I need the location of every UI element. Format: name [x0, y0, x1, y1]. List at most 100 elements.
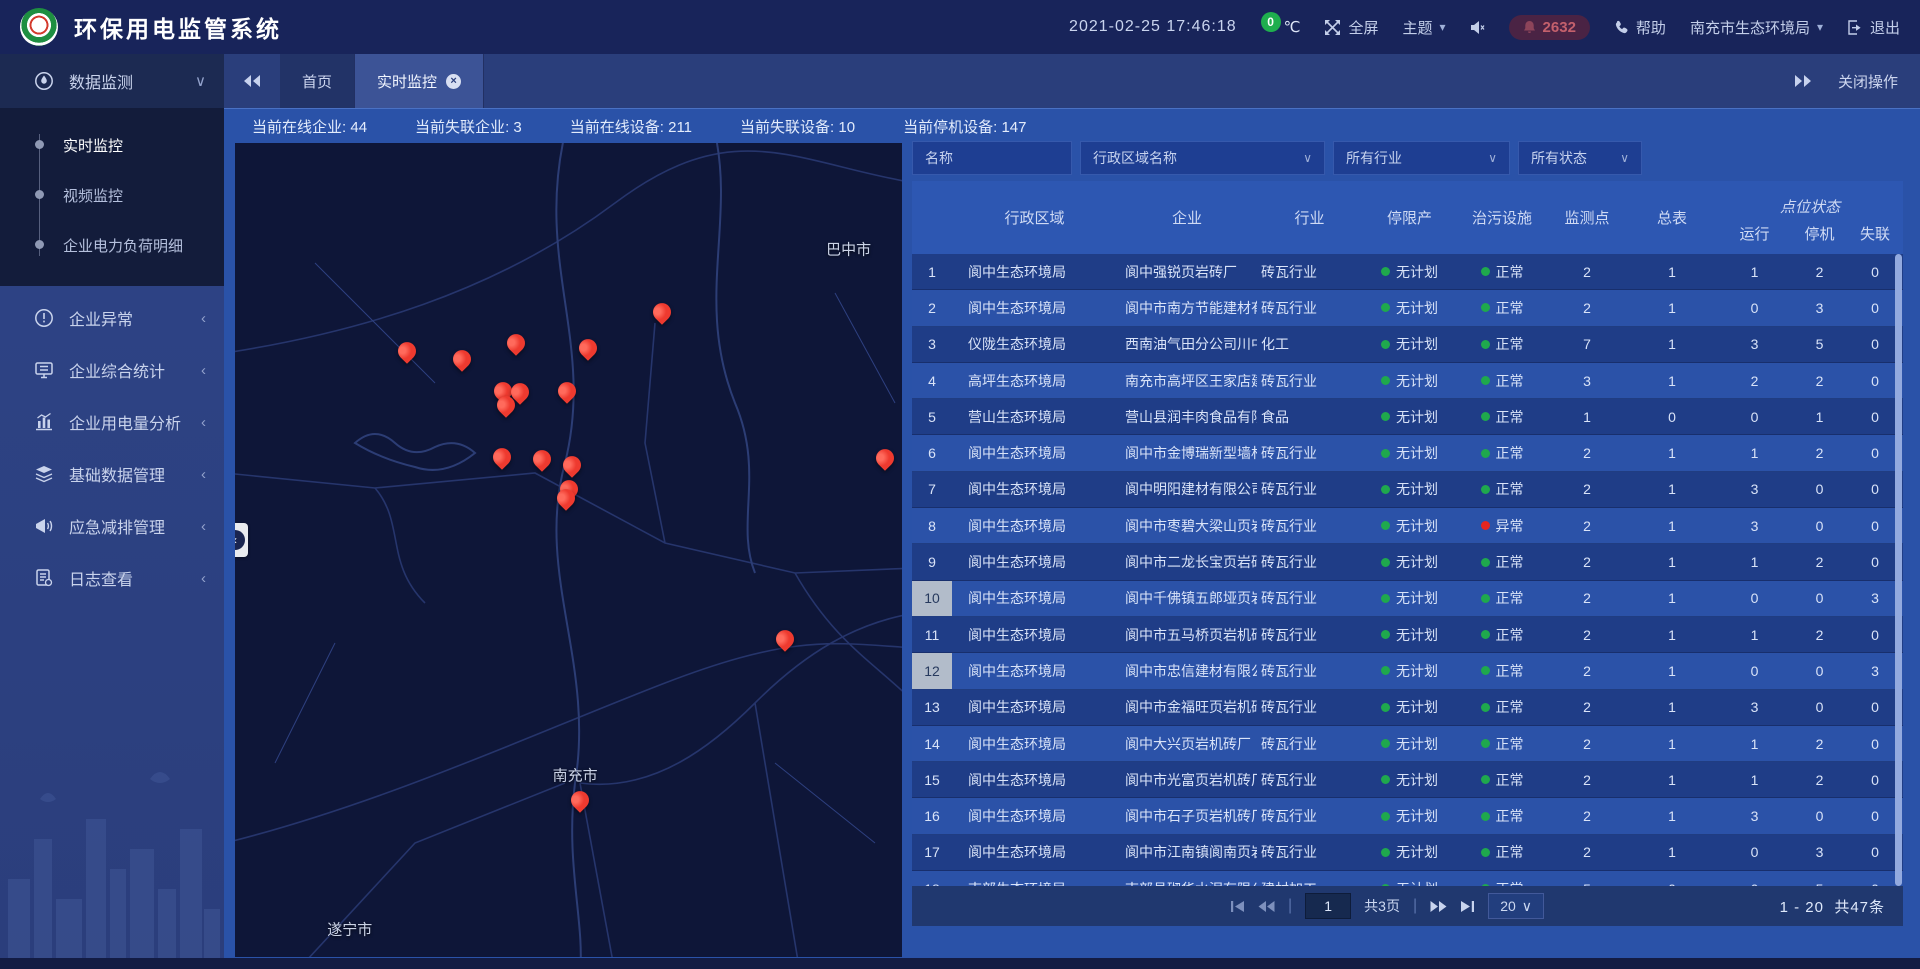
- composite-stats-icon: [34, 360, 54, 380]
- table-row[interactable]: 9 阆中生态环境局 阆中市二龙长宝页岩砖 砖瓦行业 无计划 正常 2 1 1 2…: [912, 544, 1903, 580]
- sidebar-item-composite-stats[interactable]: 企业综合统计 ‹: [0, 344, 224, 396]
- next-page-button[interactable]: [1430, 900, 1447, 913]
- table-row[interactable]: 15 阆中生态环境局 阆中市光富页岩机砖厂 砖瓦行业 无计划 正常 2 1 1 …: [912, 762, 1903, 798]
- sidebar-item-data-monitoring[interactable]: 数据监测 ∨: [0, 54, 224, 108]
- row-industry: 砖瓦行业: [1257, 798, 1362, 833]
- row-region: 南部生态环境局: [952, 871, 1117, 886]
- sidebar: 数据监测 ∨ 实时监控 视频监控 企业电力负荷明细 企业异常 ‹ 企业综合统计 …: [0, 54, 224, 969]
- map-collapse-button[interactable]: ‹: [235, 523, 248, 557]
- first-page-button[interactable]: [1230, 900, 1245, 913]
- map-pin[interactable]: [398, 342, 416, 360]
- table-row[interactable]: 7 阆中生态环境局 阆中明阳建材有限公司 砖瓦行业 无计划 正常 2 1 3 0…: [912, 472, 1903, 508]
- row-industry: 砖瓦行业: [1257, 435, 1362, 470]
- map-canvas[interactable]: 巴中市南充市遂宁市: [235, 143, 902, 957]
- prev-page-icon: [1258, 900, 1275, 913]
- page-size-select[interactable]: 20 ∨: [1488, 893, 1544, 919]
- sidebar-item-enterprise-anomaly[interactable]: 企业异常 ‹: [0, 292, 224, 344]
- map-pin[interactable]: [557, 489, 575, 507]
- map-pin[interactable]: [571, 791, 589, 809]
- name-filter-input[interactable]: [912, 141, 1072, 175]
- row-monitoring-points: 2: [1547, 290, 1627, 325]
- row-stopped: 2: [1792, 544, 1847, 579]
- org-dropdown[interactable]: 南充市生态环境局 ▾: [1690, 17, 1823, 38]
- row-index: 16: [912, 798, 952, 833]
- last-page-button[interactable]: [1460, 900, 1475, 913]
- logout-button[interactable]: 退出: [1847, 17, 1900, 38]
- table-row[interactable]: 5 营山生态环境局 营山县润丰肉食品有限 食品 无计划 正常 1 0 0 1 0: [912, 399, 1903, 435]
- map-pin[interactable]: [563, 457, 581, 475]
- table-row[interactable]: 4 高坪生态环境局 南充市高坪区王家店建 砖瓦行业 无计划 正常 3 1 2 2…: [912, 363, 1903, 399]
- sidebar-submenu: 实时监控 视频监控 企业电力负荷明细: [0, 108, 224, 286]
- map-pin[interactable]: [507, 334, 525, 352]
- map-pin[interactable]: [579, 339, 597, 357]
- table-row[interactable]: 17 阆中生态环境局 阆中市江南镇阆南页岩 砖瓦行业 无计划 正常 2 1 0 …: [912, 835, 1903, 871]
- prev-page-button[interactable]: [1258, 900, 1275, 913]
- sidebar-item-log-view[interactable]: 日志查看 ‹: [0, 552, 224, 604]
- table-row[interactable]: 14 阆中生态环境局 阆中大兴页岩机砖厂 砖瓦行业 无计划 正常 2 1 1 2…: [912, 726, 1903, 762]
- table-row[interactable]: 16 阆中生态环境局 阆中市石子页岩机砖厂 砖瓦行业 无计划 正常 2 1 3 …: [912, 798, 1903, 834]
- tab-realtime-monitoring[interactable]: 实时监控 ×: [355, 54, 484, 108]
- theme-dropdown[interactable]: 主题 ▾: [1403, 17, 1446, 38]
- close-operations-button[interactable]: 关闭操作: [1838, 71, 1898, 92]
- table-scrollbar[interactable]: [1895, 254, 1902, 886]
- row-region: 阆中生态环境局: [952, 762, 1117, 797]
- table-row[interactable]: 12 阆中生态环境局 阆中市忠信建材有限公 砖瓦行业 无计划 正常 2 1 0 …: [912, 653, 1903, 689]
- sidebar-item-video-monitoring[interactable]: 视频监控: [0, 170, 224, 220]
- industry-filter-select[interactable]: 所有行业 ∨: [1333, 141, 1510, 175]
- table-row[interactable]: 2 阆中生态环境局 阆中市南方节能建材有 砖瓦行业 无计划 正常 2 1 0 3…: [912, 290, 1903, 326]
- table-row[interactable]: 11 阆中生态环境局 阆中市五马桥页岩机砖 砖瓦行业 无计划 正常 2 1 1 …: [912, 617, 1903, 653]
- region-filter-select[interactable]: 行政区域名称 ∨: [1080, 141, 1325, 175]
- row-enterprise: 西南油气田分公司川中: [1117, 327, 1257, 362]
- fullscreen-icon: [1324, 19, 1341, 36]
- table-row[interactable]: 8 阆中生态环境局 阆中市枣碧大梁山页岩 砖瓦行业 无计划 异常 2 1 3 0…: [912, 508, 1903, 544]
- status-dot: [1381, 594, 1390, 603]
- sidebar-item-power-load-detail[interactable]: 企业电力负荷明细: [0, 220, 224, 270]
- row-index: 1: [912, 254, 952, 289]
- sidebar-item-emergency-reduction[interactable]: 应急减排管理 ‹: [0, 500, 224, 552]
- table-row[interactable]: 3 仪陇生态环境局 西南油气田分公司川中 化工 无计划 正常 7 1 3 5 0: [912, 327, 1903, 363]
- map-pin[interactable]: [497, 396, 515, 414]
- map-pin[interactable]: [533, 450, 551, 468]
- sidebar-item-realtime-monitoring[interactable]: 实时监控: [0, 120, 224, 170]
- map-pin[interactable]: [876, 449, 894, 467]
- row-region: 阆中生态环境局: [952, 508, 1117, 543]
- total-pages-label: 共3页: [1364, 896, 1400, 916]
- row-production-status: 无计划: [1362, 798, 1457, 833]
- row-region: 阆中生态环境局: [952, 544, 1117, 579]
- double-chevron-right-icon[interactable]: [1794, 74, 1812, 88]
- row-industry: 砖瓦行业: [1257, 726, 1362, 761]
- help-button[interactable]: 帮助: [1614, 17, 1666, 38]
- map-pin[interactable]: [776, 630, 794, 648]
- row-running: 0: [1717, 871, 1792, 886]
- sidebar-item-base-data[interactable]: 基础数据管理 ‹: [0, 448, 224, 500]
- table-row[interactable]: 6 阆中生态环境局 阆中市金博瑞新型墙材 砖瓦行业 无计划 正常 2 1 1 2…: [912, 435, 1903, 471]
- page-number-input[interactable]: [1305, 893, 1351, 919]
- map-pin[interactable]: [453, 350, 471, 368]
- table-row[interactable]: 10 阆中生态环境局 阆中千佛镇五郎垭页岩 砖瓦行业 无计划 正常 2 1 0 …: [912, 581, 1903, 617]
- row-monitoring-points: 2: [1547, 835, 1627, 870]
- scroll-tabs-left-button[interactable]: [224, 54, 280, 108]
- mute-button[interactable]: [1470, 20, 1485, 35]
- map-city-label: 遂宁市: [327, 919, 372, 940]
- status-dot: [1381, 775, 1390, 784]
- table-row[interactable]: 18 南部生态环境局 南部县砌华水泥有限公 建材加工 无计划 正常 5 0 0 …: [912, 871, 1903, 886]
- status-filter-select[interactable]: 所有状态 ∨: [1518, 141, 1642, 175]
- map-panel[interactable]: 巴中市南充市遂宁市 ‹: [235, 143, 902, 957]
- table-row[interactable]: 1 阆中生态环境局 阆中强锐页岩砖厂 砖瓦行业 无计划 正常 2 1 1 2 0: [912, 254, 1903, 290]
- table-row[interactable]: 13 阆中生态环境局 阆中市金福旺页岩机砖 砖瓦行业 无计划 正常 2 1 3 …: [912, 690, 1903, 726]
- sidebar-item-label: 应急减排管理: [69, 514, 165, 538]
- row-total-meter: 1: [1627, 617, 1717, 652]
- tab-home[interactable]: 首页: [280, 54, 355, 108]
- tab-close-icon[interactable]: ×: [446, 74, 461, 89]
- row-enterprise: 阆中明阳建材有限公司: [1117, 472, 1257, 507]
- row-production-status: 无计划: [1362, 290, 1457, 325]
- map-pin[interactable]: [493, 448, 511, 466]
- col-point-status-group: 点位状态: [1717, 181, 1903, 219]
- notification-badge[interactable]: 2632: [1509, 15, 1590, 40]
- log-view-icon: [34, 568, 54, 588]
- sidebar-item-power-usage-analysis[interactable]: 企业用电量分析 ‹: [0, 396, 224, 448]
- fullscreen-button[interactable]: 全屏: [1324, 17, 1378, 38]
- row-region: 阆中生态环境局: [952, 798, 1117, 833]
- map-pin[interactable]: [558, 382, 576, 400]
- map-pin[interactable]: [653, 303, 671, 321]
